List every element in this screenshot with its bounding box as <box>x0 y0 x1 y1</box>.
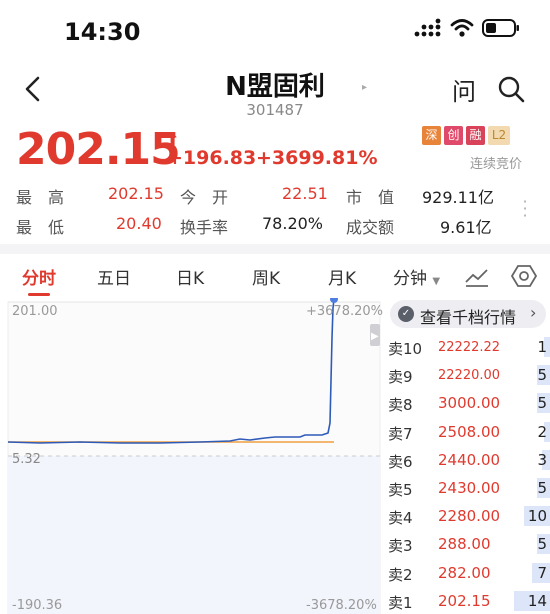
ask-price: 22222.22 <box>438 340 501 355</box>
ask-volume: 10 <box>527 507 547 526</box>
ask-volume: 5 <box>537 535 547 554</box>
ask-volume: 5 <box>537 394 547 413</box>
status-time: 14:30 <box>64 18 141 46</box>
trading-status: 连续竞价 <box>470 157 523 172</box>
pct-bottom-label: -3678.20% <box>306 598 377 613</box>
tab-minute[interactable]: 分钟 ▼ <box>393 264 440 289</box>
ask-volume: 5 <box>537 366 547 385</box>
order-book-row: 卖6 2440.00 3 <box>386 447 550 473</box>
ask-button[interactable]: 问 <box>452 72 476 107</box>
ask-level-label: 卖2 <box>388 565 413 584</box>
y-mid-label: 5.32 <box>12 452 41 467</box>
volume-value: 9.61亿 <box>440 218 492 237</box>
open-value: 22.51 <box>282 184 328 203</box>
chart-tabs: 分时 五日 日K 周K 月K 分钟 ▼ <box>0 258 550 298</box>
ask-price: 2440.00 <box>438 450 501 469</box>
ask-price: 202.15 <box>438 591 491 610</box>
order-book-row: 卖5 2430.00 5 <box>386 475 550 501</box>
ask-level-label: 卖8 <box>388 396 413 415</box>
more-icon[interactable]: · · · <box>520 194 530 224</box>
order-book-row: 卖1 202.15 14 <box>386 588 550 614</box>
ask-price: 2508.00 <box>438 422 501 441</box>
ask-price: 2280.00 <box>438 507 501 526</box>
badge-shenzhen: 深 <box>422 126 441 145</box>
ask-level-label: 卖3 <box>388 537 413 556</box>
tab-intraday[interactable]: 分时 <box>22 264 56 289</box>
intraday-chart: ▶ 201.00 5.32 -190.36 +3678.20% -3678.20… <box>0 295 384 614</box>
turnover-value: 78.20% <box>262 214 324 233</box>
badge-margin: 融 <box>466 126 485 145</box>
ask-volume: 14 <box>527 591 547 610</box>
turnover-label: 换手率 <box>180 218 229 237</box>
badge-chinext: 创 <box>444 126 463 145</box>
intraday-chart-svg: ▶ <box>0 295 384 614</box>
ask-level-label: 卖4 <box>388 509 413 528</box>
order-book-header-label: 查看千档行情 <box>420 308 517 327</box>
badge-level2: L2 <box>488 126 510 145</box>
high-value: 202.15 <box>108 184 164 203</box>
ask-volume: 7 <box>537 563 547 582</box>
ask-volume: 2 <box>537 422 547 441</box>
check-circle-icon: ✓ <box>398 306 414 322</box>
ask-level-label: 卖1 <box>388 593 413 612</box>
order-book-row: 卖7 2508.00 2 <box>386 419 550 445</box>
status-icons <box>414 18 520 38</box>
change-amount: +196.83 <box>167 147 257 169</box>
ask-price: 3000.00 <box>438 394 501 413</box>
ask-volume: 5 <box>537 479 547 497</box>
ask-volume: 3 <box>537 450 547 469</box>
order-book-row: 卖9 22220.00 5 <box>386 362 550 388</box>
stats-row-1: 最 高 202.15 今 开 22.51 市 值 929.11亿 <box>16 184 536 208</box>
settings-icon[interactable] <box>511 264 537 288</box>
section-divider <box>0 244 550 254</box>
low-value: 20.40 <box>116 214 162 233</box>
tab-daily-k[interactable]: 日K <box>176 264 204 289</box>
market-badges: 深 创 融 L2 <box>422 126 510 145</box>
search-icon[interactable] <box>496 74 526 104</box>
current-price: 202.15 <box>16 124 181 175</box>
indicator-icon[interactable] <box>464 266 490 288</box>
order-book-row: 卖2 282.00 7 <box>386 560 550 586</box>
y-bottom-label: -190.36 <box>12 598 63 613</box>
tab-five-day[interactable]: 五日 <box>97 264 131 289</box>
cellular-signal-icon <box>414 18 441 37</box>
active-tab-indicator <box>28 293 50 296</box>
mktcap-value: 929.11亿 <box>422 188 494 207</box>
ask-price: 2430.00 <box>438 479 501 497</box>
order-book-row: 卖4 2280.00 10 <box>386 503 550 529</box>
ask-level-label: 卖7 <box>388 424 413 443</box>
tab-weekly-k[interactable]: 周K <box>252 264 280 289</box>
change-percent: +3699.81% <box>256 147 378 169</box>
low-label: 最 低 <box>16 218 65 237</box>
ask-level-label: 卖10 <box>388 340 423 358</box>
open-label: 今 开 <box>180 188 229 207</box>
status-bar: 14:30 <box>0 0 550 62</box>
ask-level-label: 卖9 <box>388 368 413 387</box>
wifi-icon <box>450 19 474 37</box>
stock-switch-icon[interactable]: ▸ <box>362 82 367 93</box>
chevron-right-icon: › <box>530 303 537 322</box>
ask-level-label: 卖5 <box>388 481 413 499</box>
mktcap-label: 市 值 <box>346 188 395 207</box>
battery-icon <box>482 19 519 37</box>
volume-label: 成交额 <box>346 218 395 237</box>
tab-monthly-k[interactable]: 月K <box>328 264 356 289</box>
ask-price: 282.00 <box>438 563 491 582</box>
svg-text:▶: ▶ <box>371 331 379 342</box>
y-top-label: 201.00 <box>12 304 58 319</box>
stats-row-2: 最 低 20.40 换手率 78.20% 成交额 9.61亿 <box>16 214 536 238</box>
view-thousand-depth-button[interactable]: ✓ 查看千档行情 › <box>390 300 546 328</box>
pct-top-label: +3678.20% <box>306 304 384 319</box>
ask-level-label: 卖6 <box>388 452 413 471</box>
ask-volume: 1 <box>537 338 547 356</box>
ask-price: 288.00 <box>438 535 491 554</box>
order-book-row: 卖10 22222.22 1 <box>386 334 550 360</box>
ask-price: 22220.00 <box>438 368 501 384</box>
tab-minute-label: 分钟 <box>393 269 427 289</box>
high-label: 最 高 <box>16 188 65 207</box>
order-book-row: 卖3 288.00 5 <box>386 531 550 557</box>
dropdown-icon: ▼ <box>432 276 441 287</box>
order-book-row: 卖8 3000.00 5 <box>386 390 550 416</box>
